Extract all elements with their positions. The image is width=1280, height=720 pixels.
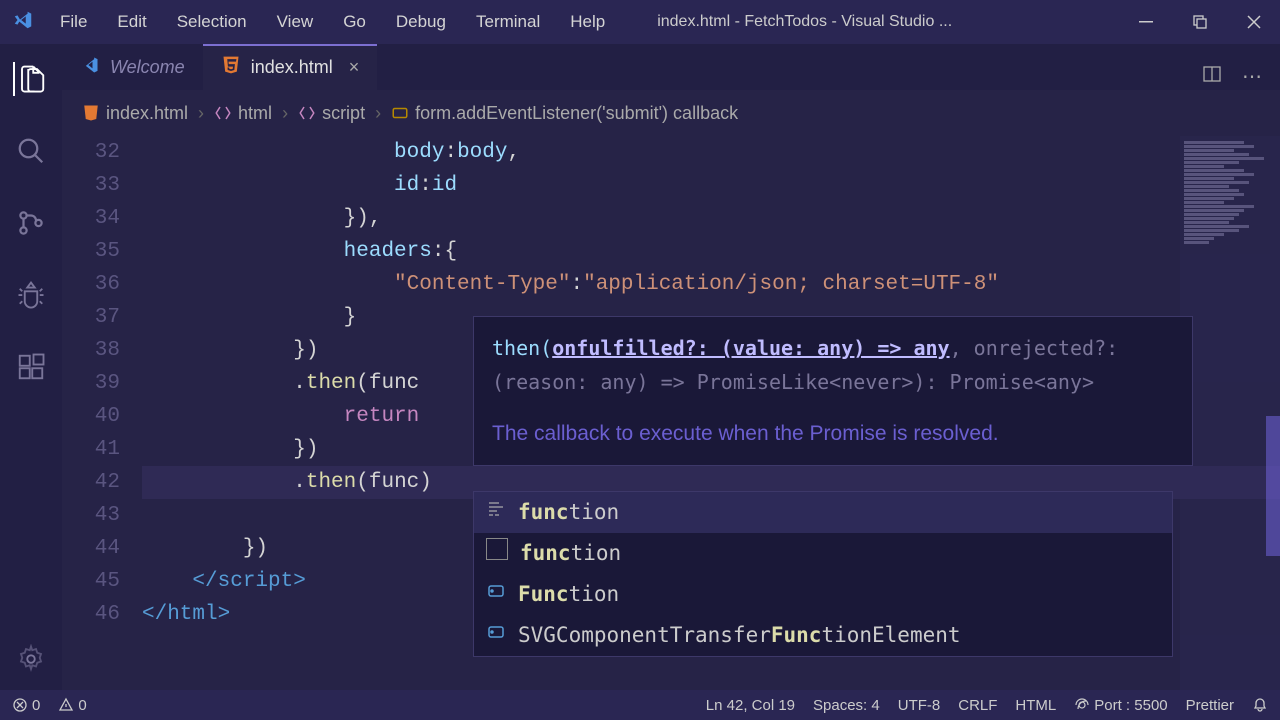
status-bar: 0 0 Ln 42, Col 19 Spaces: 4 UTF-8 CRLF H… (0, 690, 1280, 720)
suggestion-label: function (520, 537, 621, 570)
settings-gear-icon[interactable] (14, 642, 48, 676)
tab-welcome[interactable]: Welcome (62, 44, 203, 90)
vscode-icon (80, 55, 100, 80)
status-port[interactable]: Port : 5500 (1074, 697, 1167, 714)
extensions-icon[interactable] (14, 350, 48, 384)
suggestion-icon (486, 578, 506, 611)
menu-help[interactable]: Help (558, 8, 617, 36)
tab-index-html[interactable]: index.html × (203, 44, 378, 90)
suggestion-item[interactable]: Function (474, 574, 1172, 615)
minimap-scroller[interactable] (1266, 416, 1280, 556)
window-controls (1132, 8, 1268, 36)
suggestion-icon (486, 537, 508, 570)
main-area: Welcome index.html × ⋯ index.html›html›scri… (0, 44, 1280, 690)
suggestion-icon (486, 619, 506, 652)
breadcrumb-item[interactable]: script (298, 103, 365, 124)
tab-label: index.html (251, 57, 333, 78)
suggestion-icon (486, 496, 506, 529)
tab-label: Welcome (110, 57, 185, 78)
menu-terminal[interactable]: Terminal (464, 8, 552, 36)
code-line[interactable]: headers:{ (142, 235, 1280, 268)
menu-edit[interactable]: Edit (105, 8, 158, 36)
explorer-icon[interactable] (13, 62, 47, 96)
suggestion-item[interactable]: function (474, 533, 1172, 574)
split-editor-icon[interactable] (1202, 64, 1222, 90)
menu-file[interactable]: File (48, 8, 99, 36)
menu-selection[interactable]: Selection (165, 8, 259, 36)
menu-view[interactable]: View (265, 8, 326, 36)
code-line[interactable]: body:body, (142, 136, 1280, 169)
code-editor[interactable]: 323334353637383940414243444546 body:body… (62, 136, 1280, 690)
close-icon[interactable]: × (349, 57, 360, 78)
minimize-button[interactable] (1132, 8, 1160, 36)
tab-bar: Welcome index.html × ⋯ (62, 44, 1280, 90)
source-control-icon[interactable] (14, 206, 48, 240)
code-line[interactable]: id:id (142, 169, 1280, 202)
menu-go[interactable]: Go (331, 8, 378, 36)
breadcrumb-item[interactable]: html (214, 103, 272, 124)
status-indent[interactable]: Spaces: 4 (813, 697, 880, 714)
notifications-icon[interactable] (1252, 697, 1268, 713)
status-formatter[interactable]: Prettier (1186, 697, 1234, 714)
title-bar: FileEditSelectionViewGoDebugTerminalHelp… (0, 0, 1280, 44)
line-gutter: 323334353637383940414243444546 (62, 136, 142, 690)
search-icon[interactable] (14, 134, 48, 168)
activity-bar (0, 44, 62, 690)
suggestion-popup[interactable]: function function Function SVGComponentTran… (473, 491, 1173, 657)
window-title: index.html - FetchTodos - Visual Studio … (657, 13, 1122, 31)
suggestion-label: SVGComponentTransferFunctionElement (518, 619, 961, 652)
status-encoding[interactable]: UTF-8 (898, 697, 941, 714)
status-cursor[interactable]: Ln 42, Col 19 (706, 697, 795, 714)
signature-help-popup: then(onfulfilled?: (value: any) => any, … (473, 316, 1193, 466)
code-line[interactable]: "Content-Type":"application/json; charse… (142, 268, 1280, 301)
vscode-logo-icon (12, 9, 34, 36)
signature-doc: The callback to execute when the Promise… (492, 417, 1174, 451)
menu-debug[interactable]: Debug (384, 8, 458, 36)
breadcrumb-item[interactable]: index.html (82, 103, 188, 124)
maximize-button[interactable] (1186, 8, 1214, 36)
menu-bar: FileEditSelectionViewGoDebugTerminalHelp (48, 8, 617, 36)
breadcrumbs[interactable]: index.html›html›script›form.addEventList… (62, 90, 1280, 136)
html-file-icon (221, 55, 241, 80)
status-eol[interactable]: CRLF (958, 697, 997, 714)
suggestion-label: function (518, 496, 619, 529)
more-icon[interactable]: ⋯ (1242, 64, 1262, 90)
close-button[interactable] (1240, 8, 1268, 36)
suggestion-item[interactable]: function (474, 492, 1172, 533)
minimap[interactable] (1180, 136, 1280, 690)
status-errors[interactable]: 0 (12, 697, 40, 714)
suggestion-label: Function (518, 578, 619, 611)
code-line[interactable]: }), (142, 202, 1280, 235)
suggestion-item[interactable]: SVGComponentTransferFunctionElement (474, 615, 1172, 656)
editor-area: Welcome index.html × ⋯ index.html›html›scri… (62, 44, 1280, 690)
debug-icon[interactable] (14, 278, 48, 312)
status-lang[interactable]: HTML (1015, 697, 1056, 714)
status-warnings[interactable]: 0 (58, 697, 86, 714)
breadcrumb-item[interactable]: form.addEventListener('submit') callback (391, 103, 738, 124)
